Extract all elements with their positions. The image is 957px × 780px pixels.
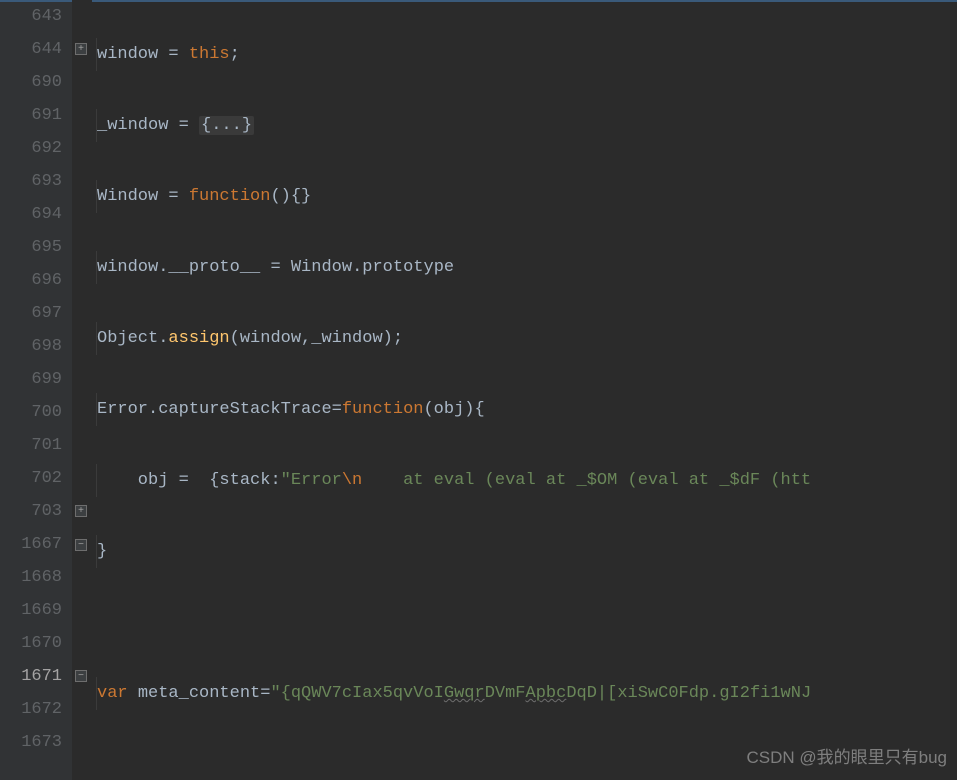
line-number: 690 — [4, 66, 62, 99]
line-number: 702 — [4, 462, 62, 495]
fold-collapse-icon[interactable] — [75, 670, 87, 682]
fold-expand-icon[interactable] — [75, 505, 87, 517]
code-line[interactable]: Object.assign(window,_window); — [92, 322, 957, 355]
code-line[interactable]: window = this; — [92, 38, 957, 71]
fold-collapse-icon[interactable] — [75, 539, 87, 551]
line-number: 700 — [4, 396, 62, 429]
line-number: 1668 — [4, 561, 62, 594]
line-number: 694 — [4, 198, 62, 231]
line-number: 1669 — [4, 594, 62, 627]
line-number: 699 — [4, 363, 62, 396]
line-number: 1667 — [4, 528, 62, 561]
line-number-current: 1671 — [4, 660, 62, 693]
line-number: 1670 — [4, 627, 62, 660]
code-line[interactable] — [92, 748, 957, 780]
gutter: 643 644 690 691 692 693 694 695 696 697 … — [0, 0, 72, 780]
line-number: 691 — [4, 99, 62, 132]
code-line[interactable]: Window = function(){} — [92, 180, 957, 213]
line-number: 1673 — [4, 726, 62, 759]
code-line[interactable]: } — [92, 535, 957, 568]
fold-expand-icon[interactable] — [75, 43, 87, 55]
line-number: 703 — [4, 495, 62, 528]
code-line[interactable]: _window = {...} — [92, 109, 957, 142]
code-area[interactable]: window = this; _window = {...} Window = … — [92, 0, 957, 780]
code-line[interactable]: Error.captureStackTrace=function(obj){ — [92, 393, 957, 426]
line-number: 1672 — [4, 693, 62, 726]
code-line[interactable]: window.__proto__ = Window.prototype — [92, 251, 957, 284]
line-number: 695 — [4, 231, 62, 264]
folded-region[interactable]: {...} — [199, 116, 254, 135]
code-line[interactable]: var meta_content="{qQWV7cIax5qvVoIGwqrDV… — [92, 677, 957, 710]
line-number: 693 — [4, 165, 62, 198]
line-number: 692 — [4, 132, 62, 165]
line-number: 701 — [4, 429, 62, 462]
line-number: 644 — [4, 33, 62, 66]
code-line[interactable]: obj = {stack:"Error\n at eval (eval at _… — [92, 464, 957, 497]
line-number: 697 — [4, 297, 62, 330]
code-editor[interactable]: 643 644 690 691 692 693 694 695 696 697 … — [0, 0, 957, 780]
line-number: 643 — [4, 0, 62, 33]
fold-column — [72, 0, 92, 780]
line-number: 696 — [4, 264, 62, 297]
code-line[interactable] — [92, 606, 957, 639]
line-number: 698 — [4, 330, 62, 363]
